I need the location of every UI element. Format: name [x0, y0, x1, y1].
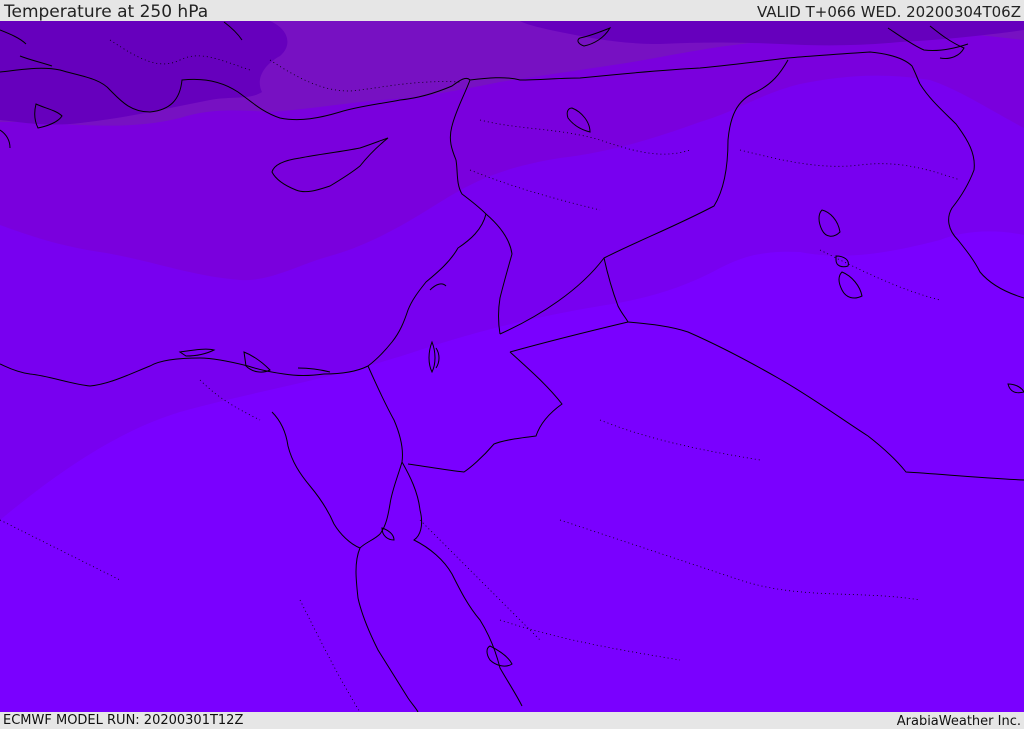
- valid-time: VALID T+066 WED. 20200304T06Z: [756, 3, 1021, 21]
- credit-text: ArabiaWeather Inc.: [896, 714, 1021, 729]
- weather-map[interactable]: [0, 21, 1024, 712]
- model-run: ECMWF MODEL RUN: 20200301T12Z: [3, 713, 244, 728]
- temperature-bands: [0, 21, 1024, 712]
- map-header: Temperature at 250 hPa VALID T+066 WED. …: [0, 0, 1024, 21]
- map-title: Temperature at 250 hPa: [4, 2, 209, 22]
- map-footer: ECMWF MODEL RUN: 20200301T12Z ArabiaWeat…: [0, 712, 1024, 729]
